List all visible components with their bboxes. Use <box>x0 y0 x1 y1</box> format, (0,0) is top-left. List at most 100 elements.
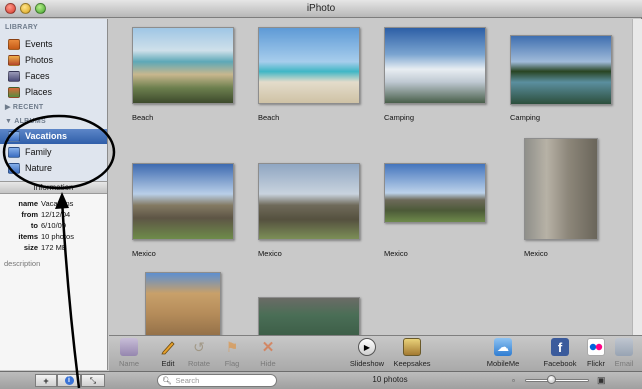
places-icon <box>8 86 20 98</box>
info-value: 6/10/09 <box>41 221 67 230</box>
info-row-name: name Vacations <box>0 199 108 208</box>
photo-count: 10 photos <box>372 375 408 384</box>
photo-caption[interactable]: Mexico <box>258 249 282 258</box>
album-icon <box>8 162 20 174</box>
photo-image[interactable] <box>510 35 612 105</box>
cloud-icon: ☁ <box>494 338 512 356</box>
description-field[interactable]: description <box>4 259 40 268</box>
sidebar-item-events[interactable]: Events <box>8 37 104 51</box>
sidebar-item-label: Events <box>25 39 53 49</box>
sidebar-item-family[interactable]: Family <box>8 145 104 159</box>
photo-image[interactable] <box>132 27 234 104</box>
library-header: LIBRARY <box>5 24 38 31</box>
albums-header[interactable]: ▼ ALBUMS <box>5 118 46 125</box>
minimize-button[interactable] <box>20 3 31 14</box>
email-label: Email <box>614 359 634 368</box>
photo-browser: Beach Beach Camping Camping Mexico Mexic… <box>109 19 632 335</box>
recent-header[interactable]: ▶ RECENT <box>5 103 44 111</box>
photo-caption[interactable]: Beach <box>132 113 153 122</box>
vertical-scrollbar[interactable] <box>632 19 642 335</box>
photo-image[interactable] <box>384 163 486 223</box>
mobileme-label: MobileMe <box>486 359 520 368</box>
faces-icon <box>8 70 20 82</box>
photo-caption[interactable]: Mexico <box>132 249 156 258</box>
keepsakes-icon <box>403 338 421 356</box>
zoom-slider[interactable] <box>525 379 589 382</box>
hide-x-icon: ✕ <box>261 339 275 356</box>
info-row-size: size 172 MB <box>0 243 108 252</box>
info-value: 172 MB <box>41 243 67 252</box>
zoom-slider-knob[interactable] <box>546 375 556 384</box>
information-header[interactable]: Information <box>0 182 107 194</box>
iphoto-window: iPhoto LIBRARY Events Photos Faces Place… <box>0 0 642 389</box>
sidebar-item-label: Family <box>25 147 52 157</box>
sidebar-item-vacations[interactable]: Vacations <box>8 129 104 143</box>
info-key: items <box>18 232 38 241</box>
info-key: size <box>23 243 38 252</box>
status-bar: + i ⤡ 🔍︎ Search 10 photos ▫ ▣ <box>0 371 642 389</box>
photo-image[interactable] <box>524 138 598 240</box>
photo-caption[interactable]: Camping <box>510 113 540 122</box>
sidebar-item-label: Photos <box>25 55 54 65</box>
photo-caption[interactable]: Mexico <box>524 249 548 258</box>
flag-icon: ⚑ <box>225 338 239 355</box>
keepsakes-label: Keepsakes <box>393 359 431 368</box>
mobileme-button[interactable]: ☁ MobileMe <box>481 338 525 368</box>
photo-image[interactable] <box>258 27 360 104</box>
facebook-icon: f <box>551 338 569 356</box>
keepsakes-button[interactable]: Keepsakes <box>390 338 434 368</box>
slideshow-label: Slideshow <box>349 359 385 368</box>
name-button[interactable]: Name <box>107 338 151 368</box>
info-key: from <box>21 210 38 219</box>
sidebar-item-label: Places <box>25 87 53 97</box>
album-icon <box>8 130 20 142</box>
search-icon: 🔍︎ <box>162 376 172 385</box>
pencil-icon <box>159 338 177 356</box>
zoom-button[interactable] <box>35 3 46 14</box>
email-button[interactable]: Email <box>604 338 642 368</box>
slideshow-button[interactable]: ▶ Slideshow <box>345 338 389 368</box>
name-label: Name <box>118 359 139 368</box>
sidebar-item-faces[interactable]: Faces <box>8 69 104 83</box>
info-key: to <box>30 221 38 230</box>
photo-image[interactable] <box>145 272 221 335</box>
photo-image[interactable] <box>258 163 360 240</box>
sidebar-item-photos[interactable]: Photos <box>8 53 104 67</box>
large-thumbnail-icon: ▣ <box>597 375 606 385</box>
close-button[interactable] <box>5 3 16 14</box>
add-button[interactable]: + <box>35 374 57 387</box>
search-placeholder: Search <box>175 376 200 385</box>
info-value[interactable]: Vacations <box>41 199 108 208</box>
email-icon <box>615 338 633 356</box>
sidebar-item-nature[interactable]: Nature <box>8 161 104 175</box>
bottom-toolbar: Name Edit ↺ Rotate ⚑ Flag ✕ Hide ▶ Slide… <box>109 335 642 371</box>
fullscreen-icon: ⤡ <box>89 375 97 385</box>
window-title: iPhoto <box>306 3 336 14</box>
photo-image[interactable] <box>258 297 360 335</box>
search-field[interactable]: 🔍︎ Search <box>157 374 277 387</box>
info-value: 12/12/04 <box>41 210 71 219</box>
info-key: name <box>18 199 38 208</box>
name-icon <box>120 338 138 356</box>
sidebar-item-label: Vacations <box>25 131 68 141</box>
sidebar-item-label: Faces <box>25 71 50 81</box>
info-row-to: to 6/10/09 <box>0 221 108 230</box>
fullscreen-button[interactable]: ⤡ <box>81 374 105 387</box>
photos-icon <box>8 54 20 66</box>
play-icon: ▶ <box>358 338 376 356</box>
flickr-icon <box>587 338 605 356</box>
sidebar-item-label: Nature <box>25 163 53 173</box>
photo-caption[interactable]: Beach <box>258 113 279 122</box>
info-row-items: items 10 photos <box>0 232 108 241</box>
info-value: 10 photos <box>41 232 74 241</box>
rotate-icon: ↺ <box>193 338 205 355</box>
photo-caption[interactable]: Camping <box>384 113 414 122</box>
info-button[interactable]: i <box>57 374 81 387</box>
hide-button[interactable]: ✕ Hide <box>246 338 290 368</box>
info-row-from: from 12/12/04 <box>0 210 108 219</box>
photo-image[interactable] <box>384 27 486 104</box>
photo-image[interactable] <box>132 163 234 240</box>
photo-caption[interactable]: Mexico <box>384 249 408 258</box>
title-bar: iPhoto <box>0 0 642 18</box>
sidebar-item-places[interactable]: Places <box>8 85 104 99</box>
